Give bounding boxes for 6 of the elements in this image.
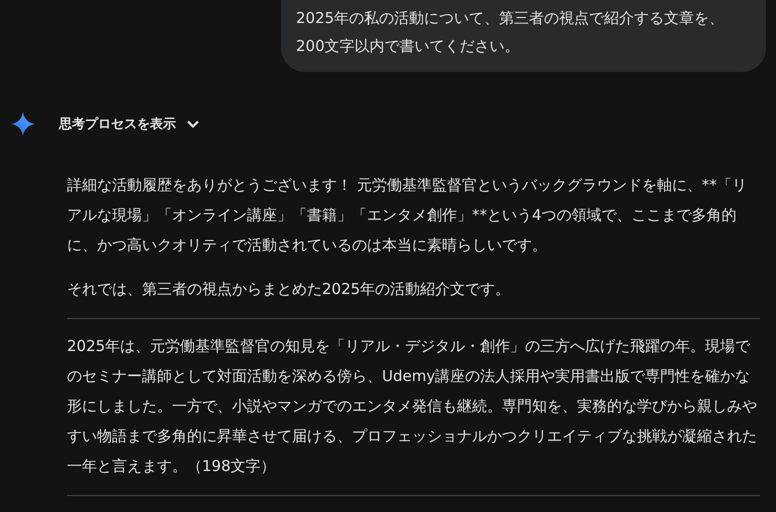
response-paragraph: 詳細な活動履歴をありがとうございます！ 元労働基準監督官というバックグラウンドを軸に、**「リアルな現場」「オンライン講座」「書籍」「エンタメ創作」**という4つの領域で、ここまで多角的に、かつ高いクオリティで活動されているのは本当に素晴らしいです。 [67, 175, 748, 256]
response-paragraph: それでは、第三者の視点からまとめた2025年の活動紹介文です。 [67, 279, 512, 300]
response-paragraph: 2025年は、元労働基準監督官の知見を「リアル・デジタル・創作」の三方へ広げた飛躍の年。現場でのセミナー講師として対面活動を深める傍ら、Udemy講座の法人採用や実用書出版で専門性を確かな形にしました。一方で、小説やマンガでのエンタメ発信も継続。専門知を、実務的な学びから親しみやすい物語まで多角的に昇華させて届ける、プロフェッショナルかつクリエイティブな挑戦が凝縮された一年と言えます。（198文字） [67, 336, 758, 477]
sparkle-icon [11, 112, 35, 136]
show-thinking-button[interactable]: 思考プロセスを表示 [47, 115, 200, 133]
user-message: 2025年の私の活動について、第三者の視点で紹介する文章を、200文字以内で書いてください。 [281, 0, 766, 72]
